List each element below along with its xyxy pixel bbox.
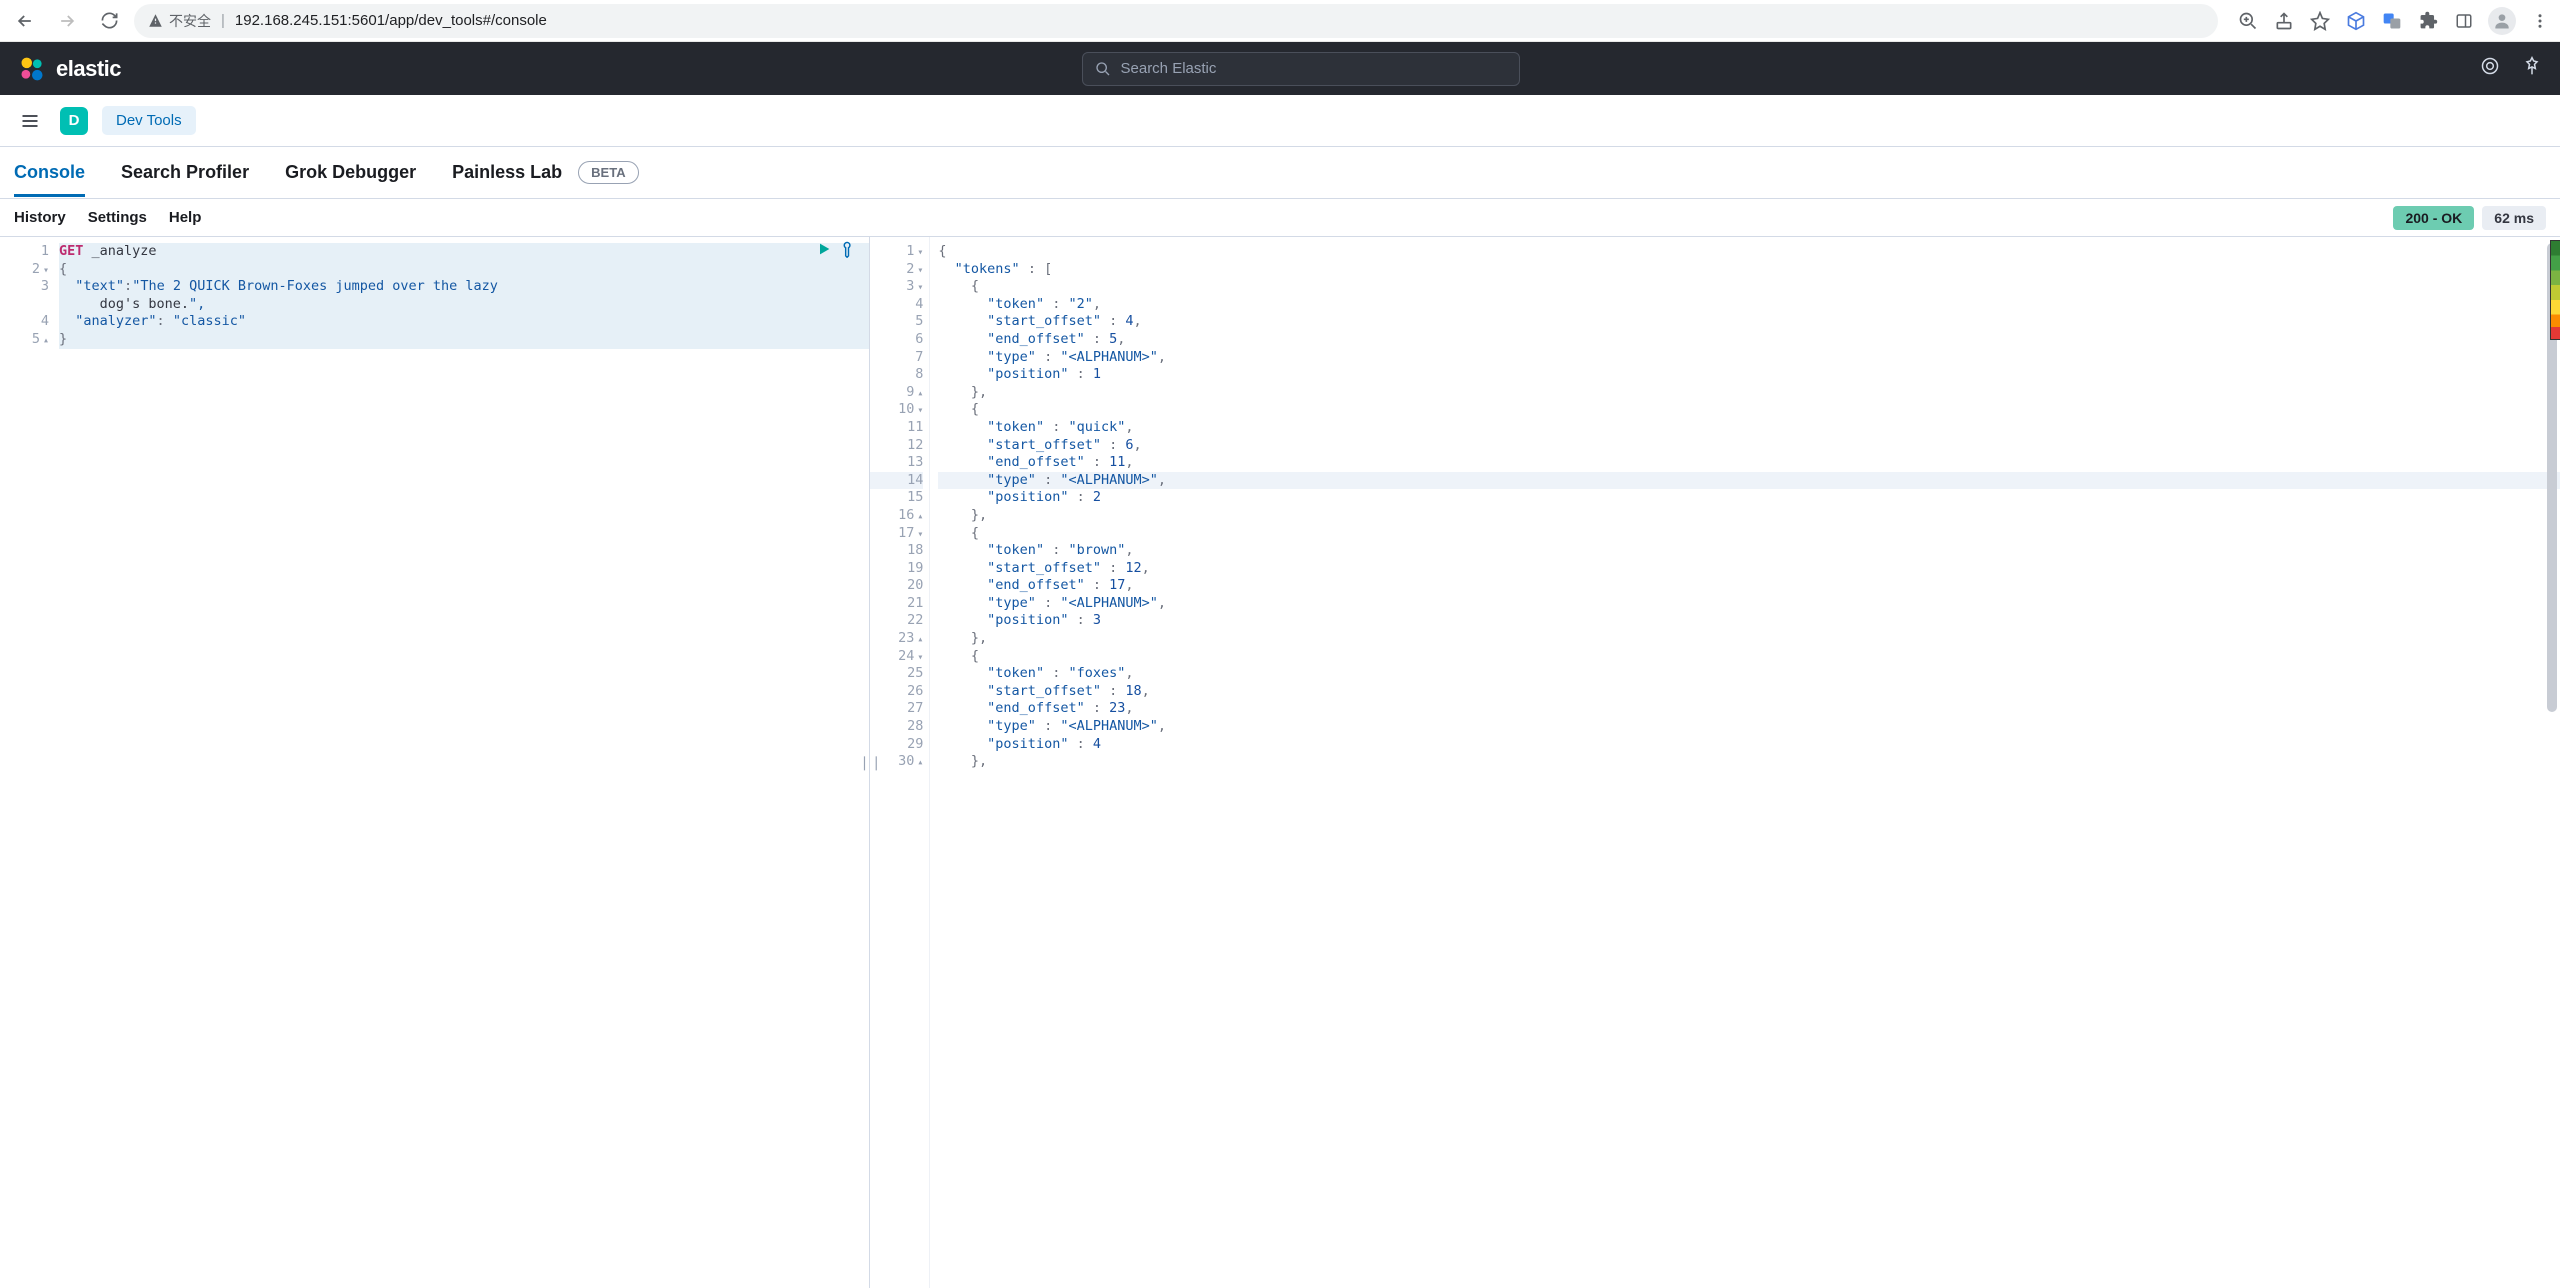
breadcrumb-label: Dev Tools: [116, 112, 182, 129]
kibana-header-right: [2480, 56, 2542, 81]
space-letter: D: [69, 112, 80, 129]
search-placeholder: Search Elastic: [1121, 60, 1217, 77]
profile-icon[interactable]: [2488, 7, 2516, 35]
tab-console[interactable]: Console: [14, 148, 85, 197]
address-bar[interactable]: 不安全 | 192.168.245.151:5601/app/dev_tools…: [134, 4, 2218, 38]
chrome-right-actions: [2226, 7, 2552, 35]
request-gutter: 12▾3 45▴: [0, 237, 55, 1288]
insecure-indicator: 不安全: [148, 11, 211, 31]
response-scrollbar[interactable]: [2546, 241, 2558, 1284]
send-request-button[interactable]: [816, 241, 832, 263]
help-link[interactable]: Help: [169, 209, 202, 226]
sidepanel-icon[interactable]: [2452, 9, 2476, 33]
beta-badge: BETA: [578, 161, 638, 184]
search-icon: [1095, 61, 1111, 77]
editor-split: 12▾3 45▴ GET _analyze{ "text":"The 2 QUI…: [0, 237, 2560, 1288]
response-viewer[interactable]: { "tokens" : [ { "token" : "2", "start_o…: [930, 237, 2560, 1288]
history-link[interactable]: History: [14, 209, 66, 226]
perf-color-strip: [2550, 240, 2560, 340]
cube-extension-icon[interactable]: [2344, 9, 2368, 33]
space-selector[interactable]: D: [60, 107, 88, 135]
request-editor[interactable]: GET _analyze{ "text":"The 2 QUICK Brown-…: [55, 237, 869, 1288]
newsfeed-icon[interactable]: [2480, 56, 2500, 81]
settings-link[interactable]: Settings: [88, 209, 147, 226]
address-separator: |: [221, 12, 225, 29]
global-search[interactable]: Search Elastic: [1082, 52, 1520, 86]
elastic-wordmark: elastic: [56, 56, 121, 82]
star-icon[interactable]: [2308, 9, 2332, 33]
zoom-icon[interactable]: [2236, 9, 2260, 33]
insecure-label: 不安全: [169, 11, 211, 31]
request-actions: [816, 241, 857, 263]
url-text: 192.168.245.151:5601/app/dev_tools#/cons…: [235, 12, 547, 29]
request-pane[interactable]: 12▾3 45▴ GET _analyze{ "text":"The 2 QUI…: [0, 237, 870, 1288]
nav-toggle-button[interactable]: [14, 105, 46, 137]
devtools-tabs: Console Search Profiler Grok Debugger Pa…: [0, 147, 2560, 199]
pane-resize-handle[interactable]: ❘❘: [866, 748, 874, 778]
tab-grok-debugger[interactable]: Grok Debugger: [285, 148, 416, 197]
breadcrumb[interactable]: Dev Tools: [102, 106, 196, 135]
toolbar-right: 200 - OK 62 ms: [2393, 206, 2546, 230]
status-badge: 200 - OK: [2393, 206, 2474, 230]
elastic-logo[interactable]: elastic: [18, 55, 121, 83]
back-button[interactable]: [8, 4, 42, 38]
request-options-button[interactable]: [840, 241, 857, 263]
translate-extension-icon[interactable]: [2380, 9, 2404, 33]
response-pane[interactable]: 1▾2▾3▾456789▴10▾111213141516▴17▾18192021…: [870, 237, 2560, 1288]
console-toolbar: History Settings Help 200 - OK 62 ms: [0, 199, 2560, 237]
reload-button[interactable]: [92, 4, 126, 38]
tab-painless-lab[interactable]: Painless Lab: [452, 148, 562, 197]
forward-button[interactable]: [50, 4, 84, 38]
menu-icon[interactable]: [2528, 9, 2552, 33]
help-icon[interactable]: [2522, 56, 2542, 81]
elastic-logo-icon: [18, 55, 46, 83]
browser-chrome: 不安全 | 192.168.245.151:5601/app/dev_tools…: [0, 0, 2560, 42]
sub-header: D Dev Tools: [0, 95, 2560, 147]
extensions-icon[interactable]: [2416, 9, 2440, 33]
share-icon[interactable]: [2272, 9, 2296, 33]
time-badge: 62 ms: [2482, 206, 2546, 230]
tab-search-profiler[interactable]: Search Profiler: [121, 148, 249, 197]
kibana-header: elastic Search Elastic: [0, 42, 2560, 95]
